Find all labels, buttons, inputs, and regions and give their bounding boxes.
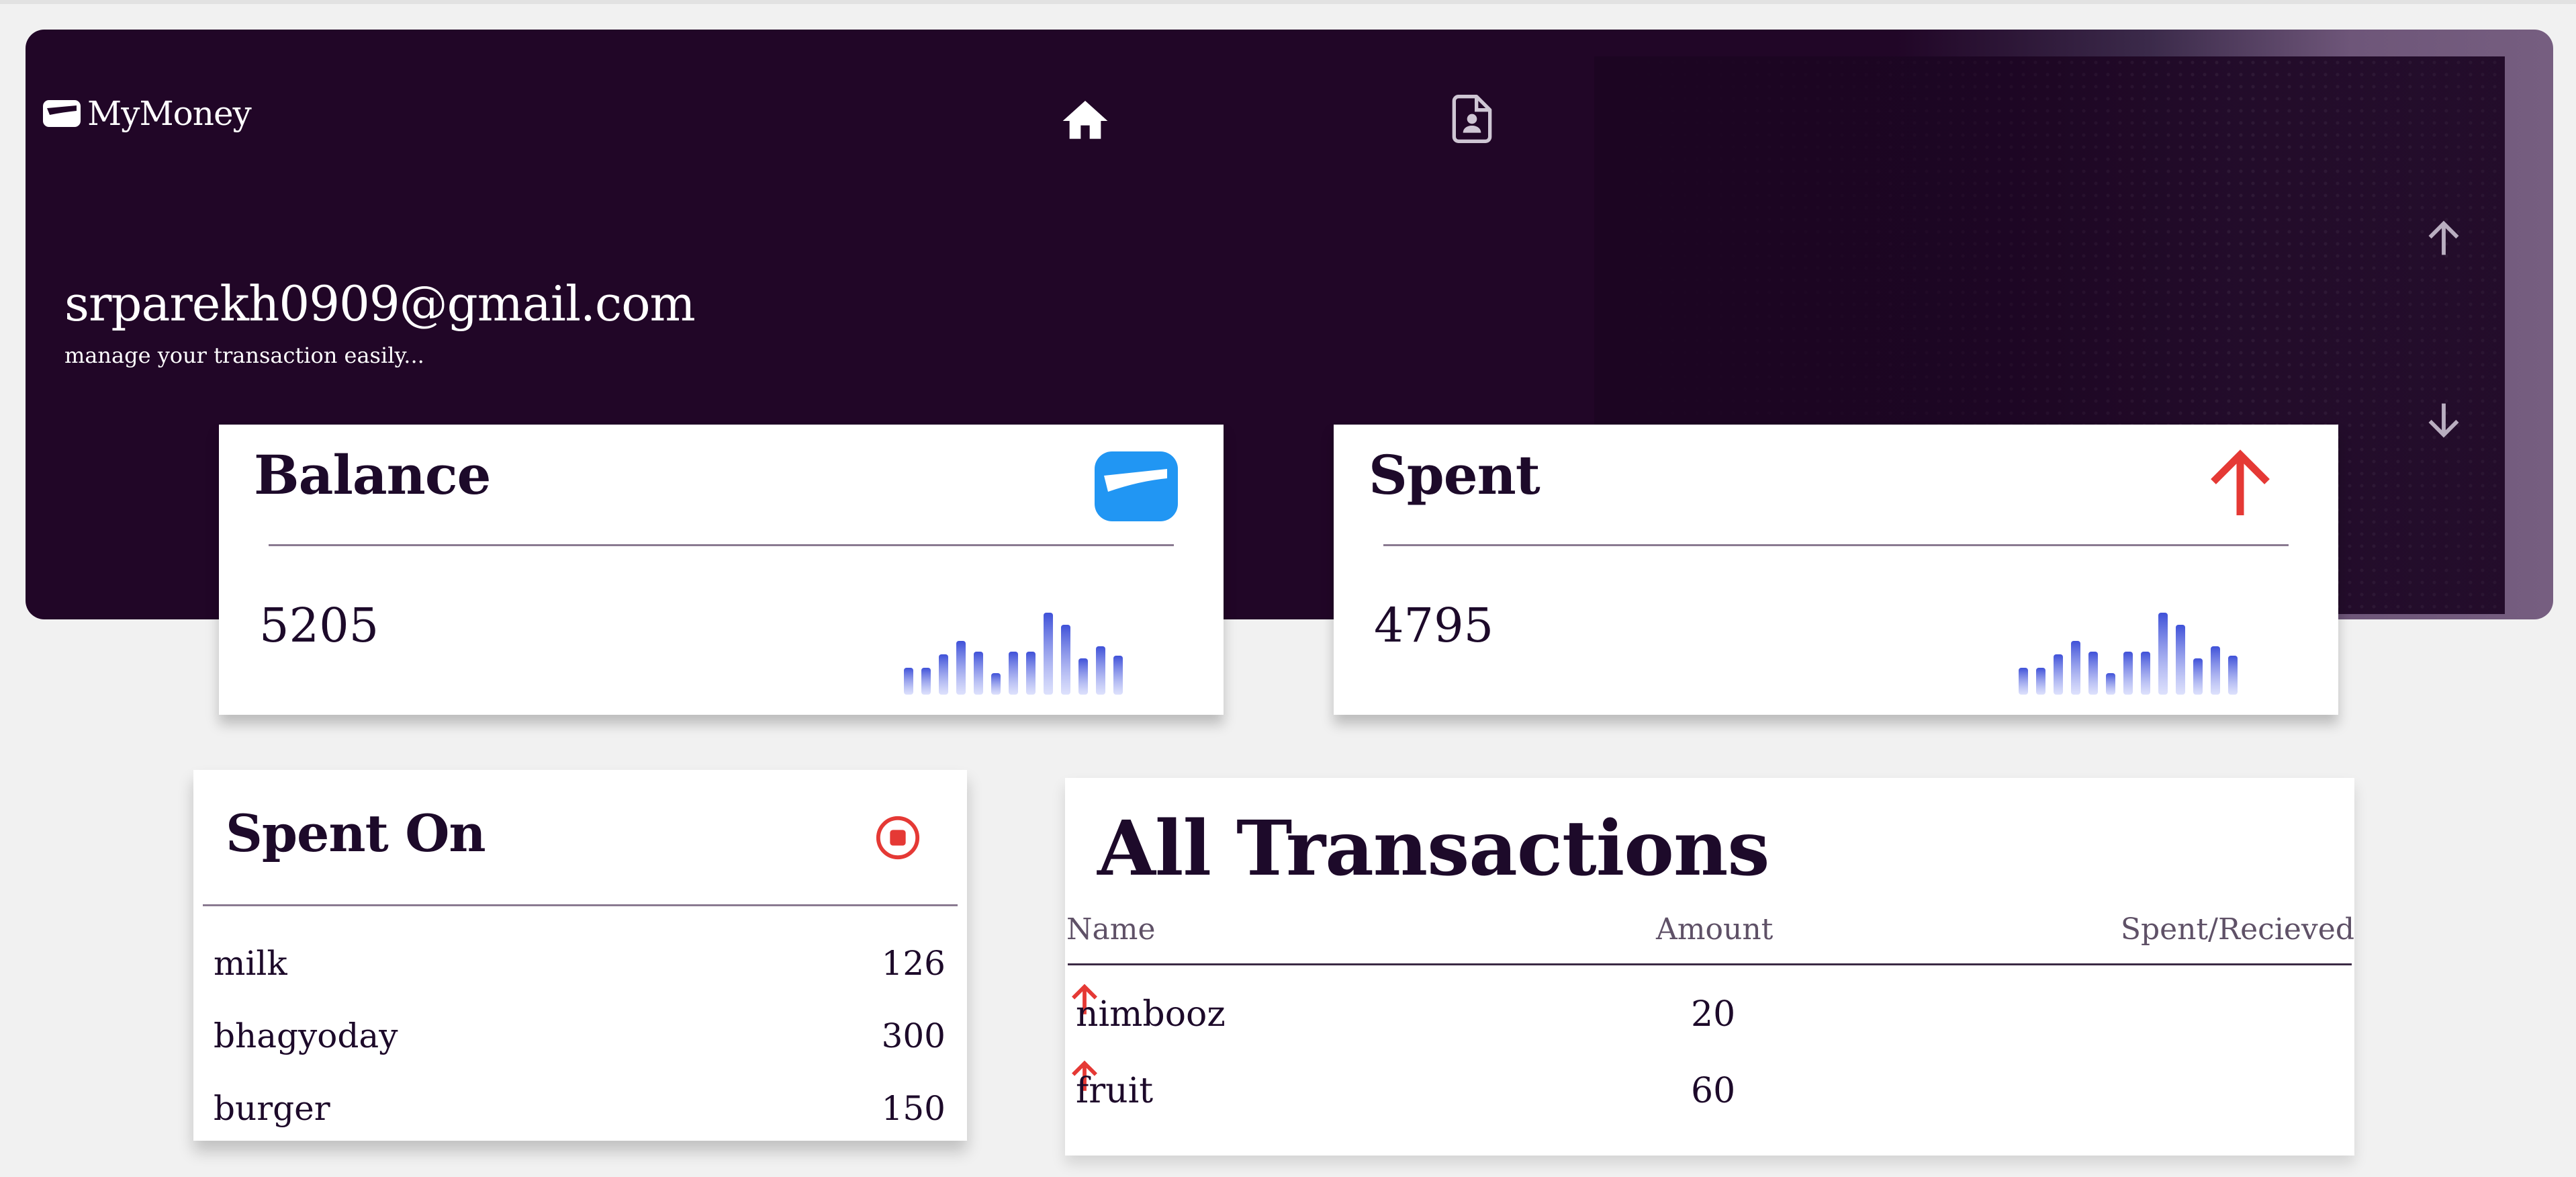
user-email: srparekh0909@gmail.com xyxy=(64,275,696,332)
balance-card: Balance 5205 xyxy=(219,425,1224,715)
spent-sparkline xyxy=(2019,613,2238,695)
tx-name: nimbooz xyxy=(1076,994,1226,1035)
column-header-amount: Amount xyxy=(1656,912,1774,947)
spent-on-title: Spent On xyxy=(226,803,486,863)
spent-on-list: milk 126 bhagyoday 300 burger 150 xyxy=(203,927,958,1145)
transactions-card: All Transactions Name Amount Spent/Recie… xyxy=(1065,778,2354,1156)
item-amount: 300 xyxy=(881,1016,946,1055)
list-item[interactable]: bhagyoday 300 xyxy=(203,1000,958,1072)
divider xyxy=(269,544,1174,546)
transactions-title: All Transactions xyxy=(1097,805,1769,893)
wallet-icon xyxy=(1095,451,1178,521)
balance-title: Balance xyxy=(254,443,491,507)
app-name: MyMoney xyxy=(87,94,252,133)
table-row[interactable]: nimbooz 20 xyxy=(1065,978,2354,1052)
list-item[interactable]: burger 150 xyxy=(203,1072,958,1145)
tx-name: fruit xyxy=(1076,1071,1154,1111)
top-border xyxy=(0,0,2576,4)
item-name: milk xyxy=(214,944,287,983)
balance-value: 5205 xyxy=(259,598,379,653)
item-name: bhagyoday xyxy=(214,1016,398,1055)
divider xyxy=(1383,544,2289,546)
column-header-direction: Spent/Recieved xyxy=(2120,912,2354,947)
list-item[interactable]: milk 126 xyxy=(203,927,958,1000)
item-amount: 126 xyxy=(881,944,946,983)
balance-sparkline xyxy=(904,613,1123,695)
app-logo[interactable]: MyMoney xyxy=(42,94,252,133)
arrow-up-icon[interactable] xyxy=(2420,212,2467,266)
tx-amount: 60 xyxy=(1691,1071,1736,1111)
divider xyxy=(203,904,958,906)
transactions-header: Name Amount Spent/Recieved xyxy=(1065,912,2354,953)
tx-amount: 20 xyxy=(1691,994,1736,1035)
spent-card: Spent 4795 xyxy=(1334,425,2338,715)
item-name: burger xyxy=(214,1089,330,1128)
table-row[interactable]: fruit 60 xyxy=(1065,1055,2354,1129)
tagline: manage your transaction easily... xyxy=(64,343,424,368)
arrow-up-icon xyxy=(2211,449,2270,515)
stop-circle-icon[interactable] xyxy=(874,814,921,861)
contact-document-icon[interactable] xyxy=(1445,89,1499,149)
arrow-down-icon[interactable] xyxy=(2420,392,2467,446)
item-amount: 150 xyxy=(881,1089,946,1128)
wallet-icon xyxy=(43,100,81,127)
spent-title: Spent xyxy=(1369,443,1540,507)
spent-on-card: Spent On milk 126 bhagyoday 300 burger 1… xyxy=(193,770,967,1141)
column-header-name: Name xyxy=(1066,912,1156,947)
divider xyxy=(1068,963,2352,965)
home-icon[interactable] xyxy=(1058,94,1112,148)
spent-value: 4795 xyxy=(1374,598,1494,653)
